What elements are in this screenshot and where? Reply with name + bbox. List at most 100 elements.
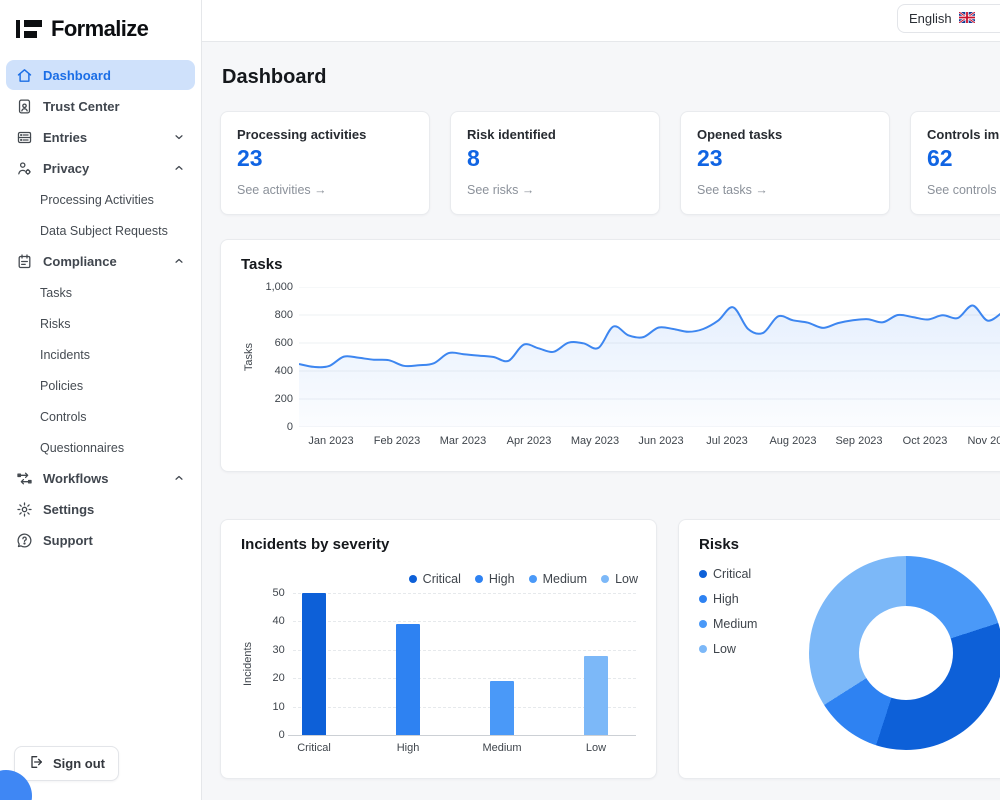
stat-card-link[interactable]: See tasks → (697, 183, 873, 197)
badge-user-icon (16, 98, 33, 115)
stat-cards-row: Processing activities23See activities →R… (220, 111, 1000, 215)
y-tick-label: 1,000 (265, 281, 293, 293)
y-tick-label: 50 (272, 587, 284, 599)
sidebar-item-label: Incidents (40, 348, 90, 362)
legend-item-high[interactable]: High (475, 572, 515, 586)
legend-dot-icon (409, 575, 417, 583)
x-tick-label: Jan 2023 (308, 435, 353, 447)
legend-dot-icon (699, 570, 707, 578)
y-tick-label: 30 (272, 644, 284, 656)
x-tick-label: Aug 2023 (769, 435, 816, 447)
page-title: Dashboard (222, 66, 1000, 89)
x-tick-label: Jul 2023 (706, 435, 748, 447)
sidebar-item-privacy[interactable]: Privacy (6, 153, 195, 183)
incidents-y-ticks: 50403020100 (255, 593, 293, 735)
sidebar-item-label: Compliance (43, 254, 117, 269)
risks-donut-chart (809, 556, 1000, 750)
stat-card-value: 8 (467, 145, 643, 172)
x-tick-label: Feb 2023 (374, 435, 420, 447)
stat-card-value: 62 (927, 145, 1000, 172)
incidents-bar-chart: Incidents 50403020100 (241, 593, 636, 735)
legend-label: Critical (713, 567, 751, 581)
help-icon (16, 532, 33, 549)
x-tick-label: Sep 2023 (835, 435, 882, 447)
stat-card-opened-tasks: Opened tasks 23 See tasks → (680, 111, 890, 215)
stat-card-controls-implemented: Controls implemented62See controls → (910, 111, 1000, 215)
legend-dot-icon (699, 595, 707, 603)
sidebar-item-label: Risks (40, 317, 71, 331)
sidebar-item-dashboard[interactable]: Dashboard (6, 60, 195, 90)
stat-card-title: Opened tasks (697, 127, 873, 142)
y-tick-label: 0 (279, 729, 285, 741)
legend-label: Critical (423, 572, 461, 586)
sidebar-item-compliance[interactable]: Compliance (6, 246, 195, 276)
legend-item-critical[interactable]: Critical (409, 572, 461, 586)
legend-label: Medium (543, 572, 587, 586)
y-tick-label: 800 (275, 309, 293, 321)
sidebar-item-settings[interactable]: Settings (6, 494, 195, 524)
uk-flag-icon (959, 11, 975, 26)
tasks-line-chart: Tasks 1,0008006004002000 (241, 287, 1000, 427)
sign-out-icon (28, 754, 44, 773)
stat-card-link[interactable]: See activities → (237, 183, 413, 197)
sidebar-item-questionnaires[interactable]: Questionnaires (6, 432, 195, 463)
sidebar-item-tasks[interactable]: Tasks (6, 277, 195, 308)
sidebar-item-controls[interactable]: Controls (6, 401, 195, 432)
legend-label: High (713, 592, 739, 606)
brand-logo: Formalize (0, 0, 201, 52)
legend-label: Medium (713, 617, 757, 631)
legend-dot-icon (529, 575, 537, 583)
y-tick-label: 40 (272, 615, 284, 627)
incidents-plot-area (293, 593, 636, 735)
stat-card-title: Processing activities (237, 127, 413, 142)
legend-item-medium[interactable]: Medium (529, 572, 587, 586)
sidebar-item-label: Policies (40, 379, 83, 393)
chevron-down-icon[interactable] (173, 131, 185, 143)
sidebar-item-entries[interactable]: Entries (6, 122, 195, 152)
chevron-up-icon[interactable] (173, 472, 185, 484)
sign-out-button[interactable]: Sign out (14, 746, 119, 781)
bar-low (584, 656, 608, 736)
legend-dot-icon (601, 575, 609, 583)
chevron-up-icon[interactable] (173, 255, 185, 267)
sidebar-item-label: Settings (43, 502, 94, 517)
brand-name: Formalize (51, 16, 148, 42)
incidents-legend: Critical High Medium Low (409, 572, 638, 586)
sidebar-item-risks[interactable]: Risks (6, 308, 195, 339)
sidebar-item-label: Support (43, 533, 93, 548)
chevron-up-icon[interactable] (173, 162, 185, 174)
incidents-chart-card: Incidents by severity Critical High Medium… (220, 519, 657, 779)
incidents-chart-title: Incidents by severity (241, 536, 636, 553)
x-tick-label: Apr 2023 (507, 435, 552, 447)
stat-card-link[interactable]: See controls → (927, 183, 1000, 197)
sidebar-item-processing-activities[interactable]: Processing Activities (6, 184, 195, 215)
sidebar-item-trust-center[interactable]: Trust Center (6, 91, 195, 121)
sidebar-item-incidents[interactable]: Incidents (6, 339, 195, 370)
tasks-chart-card: Tasks Tasks 1,0008006004002000 Jan 2023F… (220, 239, 1000, 472)
sidebar-item-data-subject-requests[interactable]: Data Subject Requests (6, 215, 195, 246)
legend-item-low[interactable]: Low (601, 572, 638, 586)
y-tick-label: 600 (275, 337, 293, 349)
clipboard-icon (16, 253, 33, 270)
sidebar-item-support[interactable]: Support (6, 525, 195, 555)
bar-high (396, 624, 420, 735)
sidebar-item-label: Data Subject Requests (40, 224, 168, 238)
formalize-logo-icon (16, 18, 42, 40)
sidebar-nav: Dashboard Trust Center EntriesPrivacyProce… (0, 52, 201, 555)
y-tick-label: 10 (272, 701, 284, 713)
tasks-chart-title: Tasks (241, 256, 1000, 273)
stat-card-value: 23 (697, 145, 873, 172)
sidebar-item-label: Trust Center (43, 99, 120, 114)
tasks-x-ticks: Jan 2023Feb 2023Mar 2023Apr 2023May 2023… (299, 435, 1000, 457)
stat-card-processing-activities: Processing activities 23 See activities → (220, 111, 430, 215)
sidebar-item-policies[interactable]: Policies (6, 370, 195, 401)
sidebar: Formalize DashboardTrust CenterEntriesPr… (0, 0, 202, 800)
stat-card-value: 23 (237, 145, 413, 172)
incidents-x-ticks: CriticalHighMediumLow (293, 742, 638, 760)
stat-card-link[interactable]: See risks → (467, 183, 643, 197)
language-selector[interactable]: English (897, 4, 1000, 33)
x-tick-label: Nov 2023 (967, 435, 1000, 447)
x-tick-label: Jun 2023 (638, 435, 683, 447)
x-tick-label: Medium (482, 742, 521, 754)
sidebar-item-workflows[interactable]: Workflows (6, 463, 195, 493)
